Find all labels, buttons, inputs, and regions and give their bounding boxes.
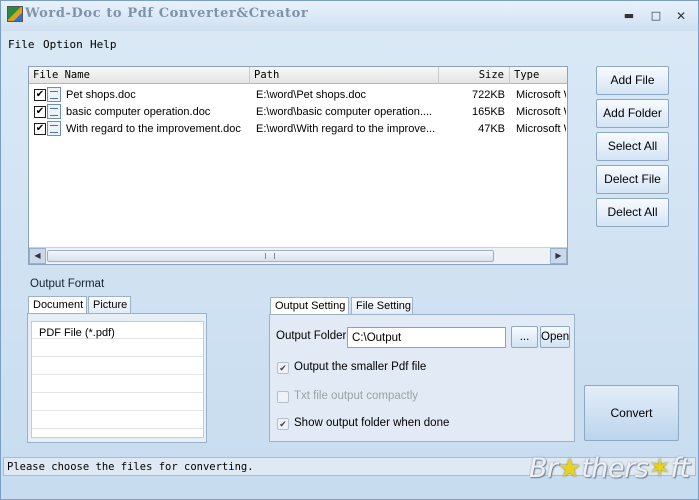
grip-icon [265,253,275,259]
cell-path: E:\word\With regard to the improve... [256,123,436,135]
minimize-button[interactable]: ▬ [621,9,637,23]
list-line [32,322,203,429]
close-button[interactable]: ✕ [673,9,689,23]
menu-file[interactable]: File [8,38,35,51]
column-header-type[interactable]: Type [510,67,567,84]
add-folder-button[interactable]: Add Folder [596,99,669,128]
browse-button[interactable]: ... [511,326,538,348]
select-all-button[interactable]: Select All [596,132,669,161]
txt-compact-checkbox[interactable] [277,391,289,403]
tab-picture[interactable]: Picture [88,296,131,313]
file-list[interactable]: File Name Path Size Type ✔ Pet shops.doc… [28,66,568,265]
cell-type: Microsoft W [516,106,566,118]
watermark-text-post2: ft [670,453,690,484]
cell-file-name: basic computer operation.doc [66,106,211,118]
output-folder-input[interactable] [347,327,506,348]
title-bar: Word-Doc to Pdf Converter&Creator ▬ □ ✕ [1,1,698,31]
maximize-button[interactable]: □ [648,9,664,23]
cell-size: 47KB [478,123,505,135]
word-doc-icon [47,104,61,119]
show-folder-label: Show output folder when done [294,417,450,429]
cell-path: E:\word\Pet shops.doc [256,89,367,101]
convert-button[interactable]: Convert [584,385,679,441]
output-format-panel: PDF File (*.pdf) [27,313,207,443]
cell-type: Microsoft W [516,123,566,135]
table-row[interactable]: ✔ With regard to the improvement.doc E:\… [29,121,567,138]
txt-compact-label: Txt file output compactly [294,390,418,402]
column-header-file-name[interactable]: File Name [29,67,250,84]
word-doc-icon [47,87,61,102]
show-folder-checkbox[interactable]: ✔ [277,418,289,430]
scroll-thumb[interactable] [47,250,494,262]
delect-file-button[interactable]: Delect File [596,165,669,194]
app-window: Word-Doc to Pdf Converter&Creator ▬ □ ✕ … [0,0,699,500]
window-title: Word-Doc to Pdf Converter&Creator [25,6,309,21]
file-list-header: File Name Path Size Type [29,67,567,84]
cell-file-name: With regard to the improvement.doc [66,123,241,135]
row-checkbox[interactable]: ✔ [34,123,46,135]
app-icon [7,6,23,22]
horizontal-scrollbar[interactable]: ◀ ▶ [29,247,567,264]
cell-file-name: Pet shops.doc [66,89,136,101]
row-checkbox[interactable]: ✔ [34,89,46,101]
add-file-button[interactable]: Add File [596,66,669,95]
smaller-pdf-label: Output the smaller Pdf file [294,361,427,373]
menu-option[interactable]: Option [43,38,83,51]
watermark-text-pre: Br [529,453,558,484]
smaller-pdf-checkbox[interactable]: ✔ [277,362,289,374]
scroll-left-button[interactable]: ◀ [29,248,46,264]
delect-all-button[interactable]: Delect All [596,198,669,227]
menu-help[interactable]: Help [90,38,117,51]
row-checkbox[interactable]: ✔ [34,106,46,118]
tab-output-setting[interactable]: Output Setting [270,297,349,314]
open-button[interactable]: Open [540,326,570,348]
output-folder-label: Output Folder [276,330,347,342]
status-text: Please choose the files for converting. [7,461,254,473]
cell-type: Microsoft W [516,89,566,101]
cell-size: 722KB [471,89,505,101]
tab-file-setting[interactable]: File Setting [351,297,413,314]
column-header-path[interactable]: Path [250,67,439,84]
menu-bar: File Option Help [1,34,698,54]
cell-path: E:\word\basic computer operation.... [256,106,433,118]
table-row[interactable]: ✔ Pet shops.doc E:\word\Pet shops.doc 72… [29,87,567,104]
cell-size: 165KB [471,106,505,118]
output-format-list[interactable]: PDF File (*.pdf) [31,321,204,438]
output-format-label: Output Format [30,278,105,290]
table-row[interactable]: ✔ basic computer operation.doc E:\word\b… [29,104,567,121]
scroll-right-button[interactable]: ▶ [550,248,567,264]
star-icon: ★ [557,453,582,484]
star-icon: ✶ [648,453,671,484]
watermark-text-post: thers [581,453,649,484]
brothersoft-watermark: Br★thers✶ft [529,453,695,487]
word-doc-icon [47,121,61,136]
column-header-size[interactable]: Size [439,67,510,84]
tab-document[interactable]: Document [28,296,87,313]
